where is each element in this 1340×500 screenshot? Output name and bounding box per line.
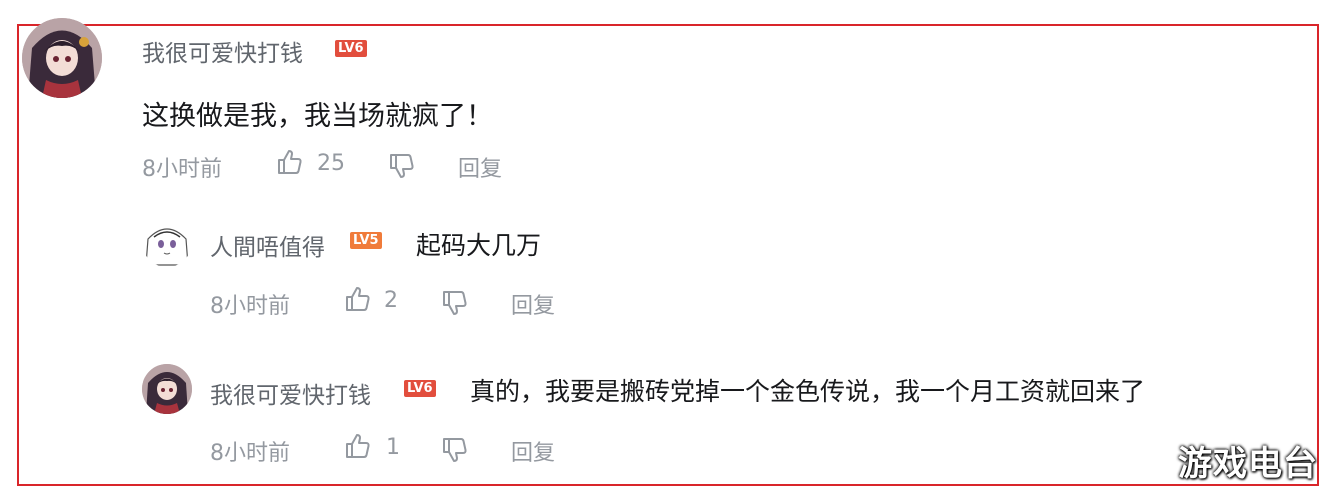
thumbs-down-icon[interactable] bbox=[388, 152, 416, 180]
level-badge: LV5 bbox=[350, 232, 382, 249]
thumbs-up-icon[interactable] bbox=[344, 285, 372, 313]
reply-text: 起码大几万 bbox=[416, 231, 542, 260]
reply-button[interactable]: 回复 bbox=[458, 151, 502, 183]
comment-time: 8小时前 bbox=[142, 157, 222, 182]
like-count: 1 bbox=[386, 435, 400, 460]
reply-button[interactable]: 回复 bbox=[511, 435, 555, 467]
avatar[interactable] bbox=[22, 18, 102, 98]
like-count: 2 bbox=[384, 288, 398, 313]
like-count: 25 bbox=[317, 151, 345, 176]
avatar[interactable] bbox=[142, 364, 192, 414]
level-badge: LV6 bbox=[404, 380, 436, 397]
reply-button[interactable]: 回复 bbox=[511, 288, 555, 320]
watermark: 游戏电台 bbox=[1178, 444, 1318, 484]
thumbs-up-icon[interactable] bbox=[276, 148, 304, 176]
reply-text: 真的，我要是搬砖党掉一个金色传说，我一个月工资就回来了 bbox=[470, 377, 1146, 406]
reply-username[interactable]: 我很可爱快打钱 bbox=[210, 376, 371, 410]
thumbs-down-icon[interactable] bbox=[441, 436, 469, 464]
avatar[interactable] bbox=[142, 217, 192, 267]
reply-time: 8小时前 bbox=[210, 294, 290, 319]
reply-username[interactable]: 人間唔值得 bbox=[210, 228, 325, 262]
level-badge: LV6 bbox=[335, 40, 367, 57]
comment-text: 这换做是我，我当场就疯了！ bbox=[142, 101, 493, 132]
thumbs-down-icon[interactable] bbox=[441, 289, 469, 317]
thumbs-up-icon[interactable] bbox=[344, 432, 372, 460]
comment-username[interactable]: 我很可爱快打钱 bbox=[142, 34, 303, 68]
reply-time: 8小时前 bbox=[210, 441, 290, 466]
